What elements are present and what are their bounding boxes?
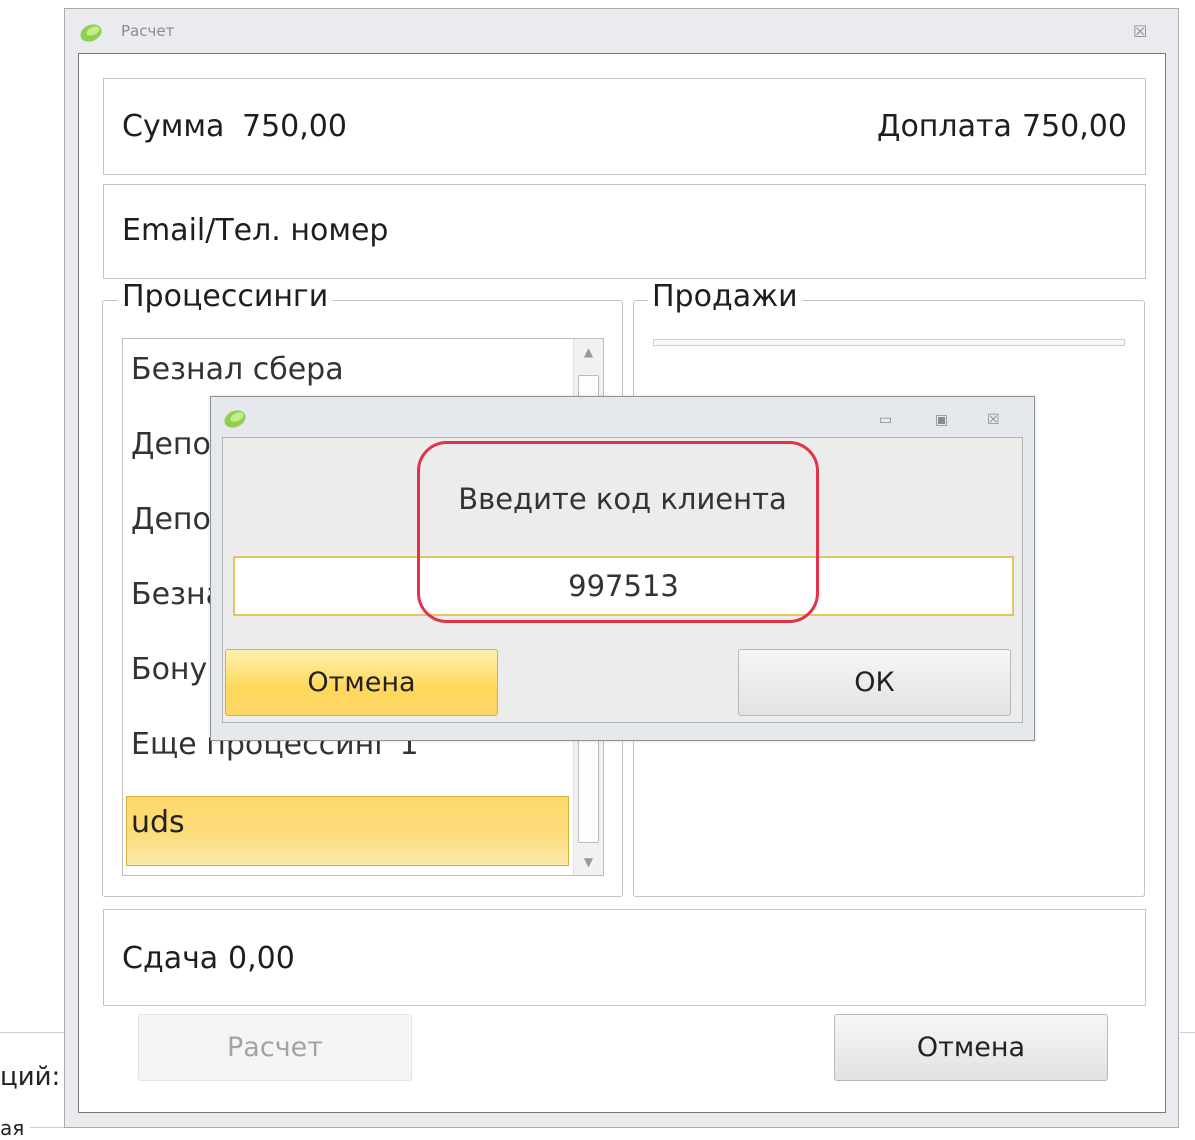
- app-logo-icon: [80, 24, 102, 42]
- contact-label: Email/Тел. номер: [122, 213, 389, 248]
- surcharge-value: 750,00: [1022, 109, 1127, 144]
- background-divider: [0, 1032, 64, 1033]
- processings-legend: Процессинги: [118, 279, 333, 314]
- window-title: Расчет: [121, 22, 175, 40]
- minimize-icon[interactable]: ▭: [879, 413, 892, 427]
- window-titlebar[interactable]: Расчет ☒: [65, 9, 1178, 49]
- cancel-button[interactable]: Отмена: [834, 1014, 1108, 1081]
- close-icon[interactable]: ☒: [1133, 24, 1147, 40]
- background-divider: [1180, 1032, 1195, 1033]
- sum-label: Сумма: [122, 109, 225, 144]
- dialog-ok-button[interactable]: ОК: [738, 649, 1011, 716]
- calculate-button[interactable]: Расчет: [138, 1014, 412, 1081]
- change-value: 0,00: [228, 941, 295, 976]
- client-code-content: Введите код клиента 997513 Отмена ОК: [222, 437, 1023, 723]
- change-label: Сдача: [122, 941, 219, 976]
- sales-list-header: [653, 339, 1125, 346]
- client-code-prompt: Введите код клиента: [458, 482, 787, 516]
- change-panel: Сдача 0,00: [103, 909, 1146, 1006]
- sales-legend: Продажи: [648, 279, 802, 314]
- maximize-icon[interactable]: ▣: [935, 413, 948, 427]
- scroll-up-icon[interactable]: ▲: [574, 345, 603, 359]
- client-code-input[interactable]: 997513: [233, 556, 1014, 616]
- sum-value: 750,00: [242, 109, 347, 144]
- client-code-dialog: ▭ ▣ ☒ Введите код клиента 997513 Отмена …: [210, 396, 1035, 741]
- contact-panel[interactable]: Email/Тел. номер: [103, 184, 1146, 279]
- list-item-selected[interactable]: uds: [126, 796, 569, 866]
- close-icon[interactable]: ☒: [987, 413, 1000, 427]
- scroll-down-icon[interactable]: ▼: [574, 855, 603, 869]
- surcharge-label: Доплата: [877, 109, 1012, 144]
- background-label: ая: [0, 1116, 25, 1140]
- background-label: ций:: [0, 1062, 61, 1092]
- totals-panel: Сумма 750,00 Доплата 750,00: [103, 78, 1146, 175]
- dialog-cancel-button[interactable]: Отмена: [225, 649, 498, 716]
- background-divider: [30, 1127, 64, 1128]
- app-logo-icon: [224, 410, 246, 428]
